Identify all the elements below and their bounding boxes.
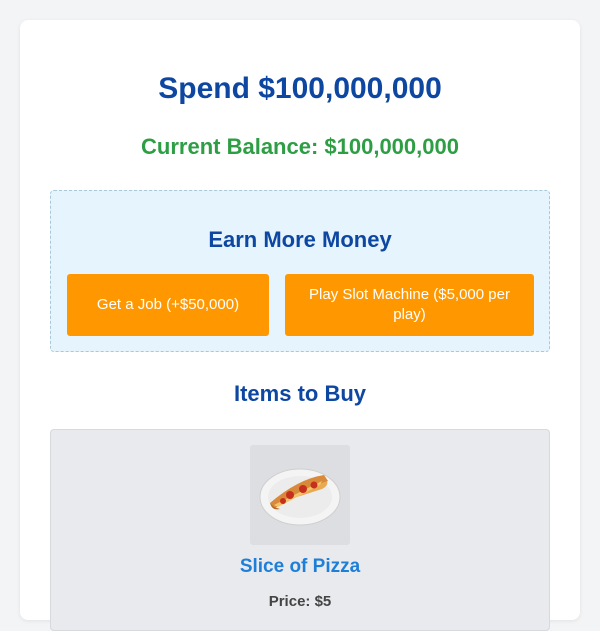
- pizza-slice-image: [250, 445, 350, 545]
- page-title: Spend $100,000,000: [158, 72, 442, 105]
- get-job-button[interactable]: Get a Job (+$50,000): [67, 274, 269, 336]
- items-to-buy-heading: Items to Buy: [233, 381, 367, 406]
- current-balance: Current Balance: $100,000,000: [141, 134, 459, 159]
- play-slot-machine-button[interactable]: Play Slot Machine ($5,000 per play): [285, 274, 534, 336]
- pizza-slice-icon: [259, 468, 341, 526]
- earn-money-panel: Earn More Money Get a Job (+$50,000) Pla…: [50, 190, 550, 352]
- main-card: Spend $100,000,000 Current Balance: $100…: [20, 20, 580, 631]
- item-name: Slice of Pizza: [239, 556, 361, 577]
- item-card: Slice of Pizza Price: $5: [50, 429, 550, 631]
- item-price: Price: $5: [268, 593, 332, 610]
- earn-money-heading: Earn More Money: [208, 227, 392, 252]
